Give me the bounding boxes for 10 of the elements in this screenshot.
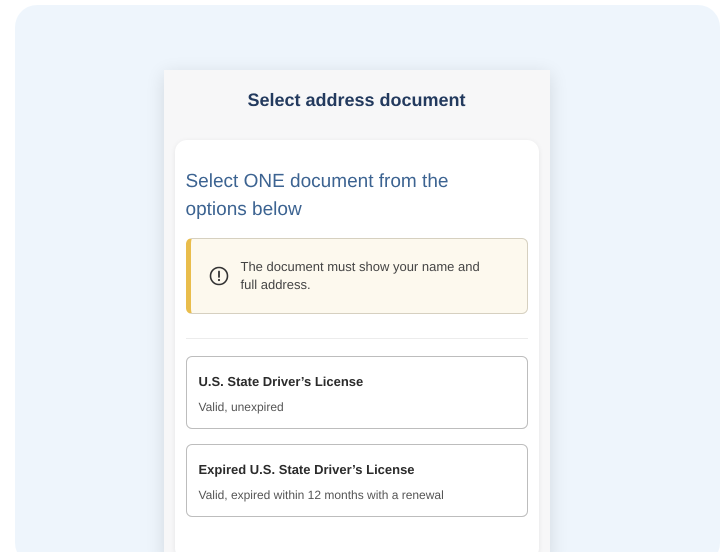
document-option[interactable]: Expired U.S. State Driver’s License Valid, expired within 12 months with a renewal — [186, 444, 528, 517]
notice-text: The document must show your name and full address. — [240, 258, 481, 294]
document-option[interactable]: U.S. State Driver’s License Valid, unexpired — [186, 356, 528, 429]
option-title: Expired U.S. State Driver’s License — [198, 461, 416, 479]
option-title: U.S. State Driver’s License — [198, 373, 364, 391]
exclamation-circle-icon — [208, 266, 228, 286]
option-description: Valid, unexpired — [198, 399, 285, 416]
option-description: Valid, expired within 12 months with a renewal — [198, 487, 445, 504]
card-heading: Select ONE document from the options below — [186, 170, 450, 222]
screen-title: Select address document — [247, 89, 466, 112]
